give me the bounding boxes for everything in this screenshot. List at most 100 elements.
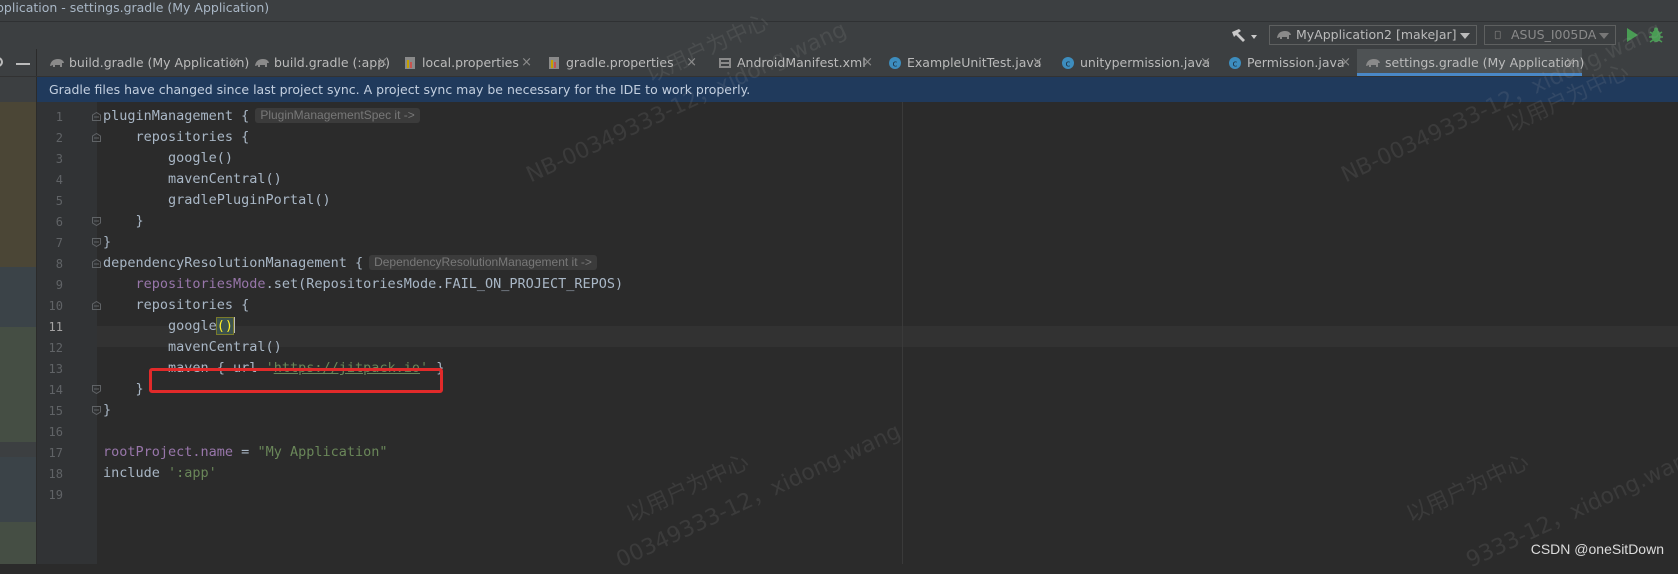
inlay-hint: DependencyResolutionManagement it -> [369,255,597,270]
code-line[interactable]: repositories { [103,127,250,148]
fold-close-icon[interactable] [92,238,101,247]
code-line[interactable]: include ':app' [103,463,217,484]
csdn-credit: CSDN @oneSitDown [1530,541,1664,557]
line-number: 1 [55,110,63,124]
close-icon[interactable]: × [1340,49,1351,76]
code-line[interactable]: } [103,379,144,400]
code-line[interactable]: pluginManagement { PluginManagementSpec i… [103,106,420,127]
minimize-icon[interactable] [16,63,30,65]
code-text: pluginManagement { [103,108,250,124]
code-line[interactable]: rootProject.name = "My Application" [103,442,387,463]
properties-icon [549,57,559,69]
svg-text:c: c [1233,60,1238,70]
svg-text:c: c [1066,60,1071,70]
line-number: 4 [55,173,63,187]
java-class-icon: c [1229,57,1241,70]
tab-build-gradle-project[interactable]: build.gradle (My Application) × [41,49,250,76]
gradle-sync-banner: Gradle files have changed since last pro… [37,77,1678,102]
inlay-hint: PluginManagementSpec it -> [255,108,420,123]
code-line[interactable]: } [103,232,111,253]
text-cursor [233,317,236,333]
code-string: "My Application" [257,444,388,460]
gradle-elephant-icon [1277,31,1291,39]
fold-close-icon[interactable] [92,385,101,394]
run-configuration-select[interactable]: MyApplication2 [makeJar] [1269,25,1477,45]
line-number: 8 [55,257,63,271]
line-number: 2 [55,131,63,145]
java-class-icon: c [1062,57,1074,70]
line-number: 3 [55,152,63,166]
line-number: 10 [48,299,63,313]
banner-text: Gradle files have changed since last pro… [49,82,751,97]
tab-local-properties[interactable]: local.properties × [394,49,538,76]
close-icon[interactable]: × [1032,49,1043,76]
code-line-current[interactable]: google() [103,316,236,337]
annotation-highlight-box [149,368,443,393]
close-icon[interactable]: × [1200,49,1211,76]
tab-label: unitypermission.java [1080,55,1211,70]
code-line[interactable]: repositoriesMode.set(RepositoriesMode.FA… [103,274,624,295]
tab-example-unit-test[interactable]: c ExampleUnitTest.java × [879,49,1049,76]
line-number: 13 [48,362,63,376]
line-number: 5 [55,194,63,208]
line-number-current: 11 [48,320,63,334]
code-text: google [103,318,217,334]
tool-window-highlight [0,102,36,267]
tool-window-highlight [0,457,36,522]
gradle-elephant-icon [255,59,269,67]
code-line[interactable]: mavenCentral() [103,337,282,358]
code-text: include [103,465,169,481]
tab-permission[interactable]: c Permission.java × [1219,49,1357,76]
close-icon[interactable]: × [229,49,240,76]
run-configuration-label: MyApplication2 [makeJar] [1296,27,1457,42]
code-line[interactable]: mavenCentral() [103,169,282,190]
chevron-down-icon [1460,33,1470,39]
tab-label: build.gradle (My Application) [69,55,250,70]
tab-bar-divider [36,49,37,76]
tab-label: ExampleUnitTest.java [907,55,1042,70]
line-number: 6 [55,215,63,229]
close-icon[interactable]: × [862,49,873,76]
code-line[interactable]: dependencyResolutionManagement {Dependen… [103,253,597,274]
tab-build-gradle-app[interactable]: build.gradle (:app) × [246,49,394,76]
code-line[interactable]: } [103,400,111,421]
code-text: .set(RepositoriesMode.FAIL_ON_PROJECT_RE… [265,276,624,292]
right-margin-guide [902,102,903,564]
current-line-highlight [97,326,1678,347]
fold-open-icon[interactable] [92,259,101,268]
code-line[interactable]: gradlePluginPortal() [103,190,331,211]
line-number: 7 [55,236,63,250]
line-number: 18 [48,467,63,481]
code-line[interactable]: } [103,211,144,232]
code-line[interactable]: repositories { [103,295,250,316]
fold-open-icon[interactable] [92,133,101,142]
fold-close-icon[interactable] [92,406,101,415]
close-icon[interactable]: × [377,49,388,76]
device-label: ASUS_I005DA [1511,27,1597,42]
gradle-elephant-icon [1366,59,1380,67]
fold-open-icon[interactable] [92,301,101,310]
code-text: = [233,444,258,460]
line-number: 15 [48,404,63,418]
hammer-icon[interactable] [1229,27,1259,45]
line-number: 9 [55,278,63,292]
editor-tab-bar: build.gradle (My Application) × build.gr… [0,49,1678,77]
gear-icon[interactable] [0,55,6,69]
code-property: repositoriesMode [135,276,266,292]
fold-close-icon[interactable] [92,217,101,226]
line-number: 19 [48,488,63,502]
tab-unitypermission[interactable]: c unitypermission.java × [1052,49,1217,76]
code-line[interactable]: google() [103,148,233,169]
line-number: 16 [48,425,63,439]
properties-icon [405,57,415,69]
tab-label: local.properties [422,55,519,70]
close-icon[interactable]: × [521,49,532,76]
tool-window-highlight [0,522,36,564]
code-string: ':app' [168,465,217,481]
code-property: rootProject.name [103,444,234,460]
window-title: pplication - settings.gradle (My Applica… [0,0,270,15]
left-tool-strip [0,77,36,564]
line-number: 14 [48,383,63,397]
svg-text:c: c [893,60,898,70]
fold-open-icon[interactable] [92,112,101,121]
